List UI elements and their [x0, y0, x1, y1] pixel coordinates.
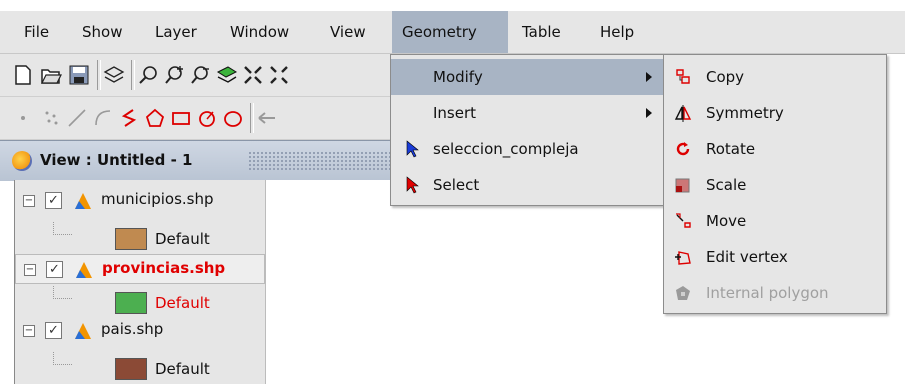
collapse-icon[interactable]: −	[23, 325, 35, 337]
edit-vertex-icon	[675, 251, 691, 265]
menu-bar: File Show Layer Window View Geometry Tab…	[0, 11, 905, 54]
menu-show[interactable]: Show	[72, 11, 132, 53]
zoom-out-center-icon[interactable]	[268, 64, 290, 86]
view-window-title: View : Untitled - 1	[40, 151, 193, 169]
zoom-in-icon[interactable]	[164, 64, 186, 86]
menu-help[interactable]: Help	[590, 11, 644, 53]
internal-polygon-icon	[676, 286, 690, 300]
menu-item-rotate[interactable]: Rotate	[664, 131, 886, 167]
menu-item-label: Internal polygon	[706, 284, 829, 302]
polyline-icon[interactable]	[118, 107, 140, 129]
menu-item-label: Select	[433, 176, 480, 194]
menu-item-label: Scale	[706, 176, 747, 194]
menu-item-select[interactable]: Select	[391, 167, 663, 203]
legend-label: Default	[155, 360, 210, 378]
submenu-arrow-icon	[646, 108, 652, 118]
menu-item-label: Copy	[706, 68, 745, 86]
layer-name: pais.shp	[101, 320, 164, 338]
menu-item-internal-polygon: Internal polygon	[664, 275, 886, 311]
layer-name: municipios.shp	[101, 190, 214, 208]
submenu-arrow-icon	[646, 72, 652, 82]
circle-icon[interactable]	[196, 107, 218, 129]
menu-layer[interactable]: Layer	[145, 11, 207, 53]
multipoint-icon[interactable]	[40, 107, 62, 129]
collapse-icon[interactable]: −	[23, 195, 35, 207]
legend-swatch	[115, 228, 147, 250]
vector-layer-icon	[75, 193, 91, 209]
ellipse-icon[interactable]	[222, 107, 244, 129]
layer-row-pais[interactable]: − ✓ pais.shp	[15, 316, 265, 346]
menu-item-label: Move	[706, 212, 747, 230]
legend-label: Default	[155, 230, 210, 248]
zoom-in-center-icon[interactable]	[242, 64, 264, 86]
zoom-layer-icon[interactable]	[216, 64, 238, 86]
view-icon	[12, 151, 32, 171]
edit-toolbar	[0, 97, 390, 140]
layer-row-municipios[interactable]: − ✓ municipios.shp	[15, 186, 265, 216]
menu-item-insert[interactable]: Insert	[391, 95, 663, 131]
menu-file[interactable]: File	[14, 11, 59, 53]
layers-icon[interactable]	[103, 64, 125, 86]
legend-swatch	[115, 358, 147, 380]
new-file-icon[interactable]	[12, 64, 34, 86]
point-icon[interactable]	[12, 107, 34, 129]
menu-table[interactable]: Table	[512, 11, 571, 53]
line-icon[interactable]	[66, 107, 88, 129]
blue-cursor-icon	[406, 140, 419, 158]
symmetry-icon	[674, 105, 692, 122]
move-icon	[676, 213, 691, 228]
vector-layer-icon	[75, 323, 91, 339]
view-window-titlebar[interactable]: View : Untitled - 1	[0, 140, 395, 181]
menu-geometry[interactable]: Geometry	[392, 11, 508, 53]
titlebar-grip	[248, 151, 395, 171]
layer-visibility-checkbox[interactable]: ✓	[45, 192, 62, 209]
geometry-menu: Modify Insert seleccion_compleja Select	[390, 54, 664, 206]
open-folder-icon[interactable]	[40, 64, 62, 86]
legend-swatch	[115, 292, 147, 314]
legend-label: Default	[155, 294, 210, 312]
menu-item-move[interactable]: Move	[664, 203, 886, 239]
polygon-icon[interactable]	[144, 107, 166, 129]
vector-layer-icon	[76, 262, 92, 278]
layer-visibility-checkbox[interactable]: ✓	[45, 322, 62, 339]
menu-window[interactable]: Window	[220, 11, 299, 53]
scale-icon	[675, 178, 690, 193]
menu-item-label: Symmetry	[706, 104, 784, 122]
left-arrow-icon[interactable]	[256, 107, 278, 129]
menu-item-label: Modify	[433, 68, 483, 86]
table-of-contents: − ✓ municipios.shp Default − ✓ provincia…	[14, 180, 267, 384]
red-cursor-icon	[406, 176, 419, 194]
menu-item-modify[interactable]: Modify	[391, 59, 663, 95]
menu-item-scale[interactable]: Scale	[664, 167, 886, 203]
zoom-out-icon[interactable]	[190, 64, 212, 86]
zoom-full-icon[interactable]	[138, 64, 160, 86]
menu-item-seleccion-compleja[interactable]: seleccion_compleja	[391, 131, 663, 167]
menu-item-label: Insert	[433, 104, 477, 122]
layer-row-provincias[interactable]: − ✓ provincias.shp	[15, 254, 265, 284]
rotate-icon	[676, 142, 690, 156]
copy-icon	[676, 69, 690, 84]
menu-item-label: Rotate	[706, 140, 756, 158]
modify-submenu: Copy Symmetry Rotate Scale Move Edit ver…	[663, 54, 887, 314]
tree-connector	[53, 222, 72, 235]
tree-connector	[53, 352, 72, 365]
menu-item-copy[interactable]: Copy	[664, 59, 886, 95]
menu-item-symmetry[interactable]: Symmetry	[664, 95, 886, 131]
tree-connector	[53, 286, 72, 299]
menu-view[interactable]: View	[320, 11, 376, 53]
collapse-icon[interactable]: −	[24, 264, 36, 276]
save-icon[interactable]	[68, 64, 90, 86]
arc-icon[interactable]	[92, 107, 114, 129]
menu-item-label: seleccion_compleja	[433, 140, 579, 158]
layer-visibility-checkbox[interactable]: ✓	[46, 261, 63, 278]
main-toolbar	[0, 54, 390, 97]
menu-item-edit-vertex[interactable]: Edit vertex	[664, 239, 886, 275]
menu-item-label: Edit vertex	[706, 248, 788, 266]
layer-name: provincias.shp	[102, 259, 226, 277]
rectangle-icon[interactable]	[170, 107, 192, 129]
